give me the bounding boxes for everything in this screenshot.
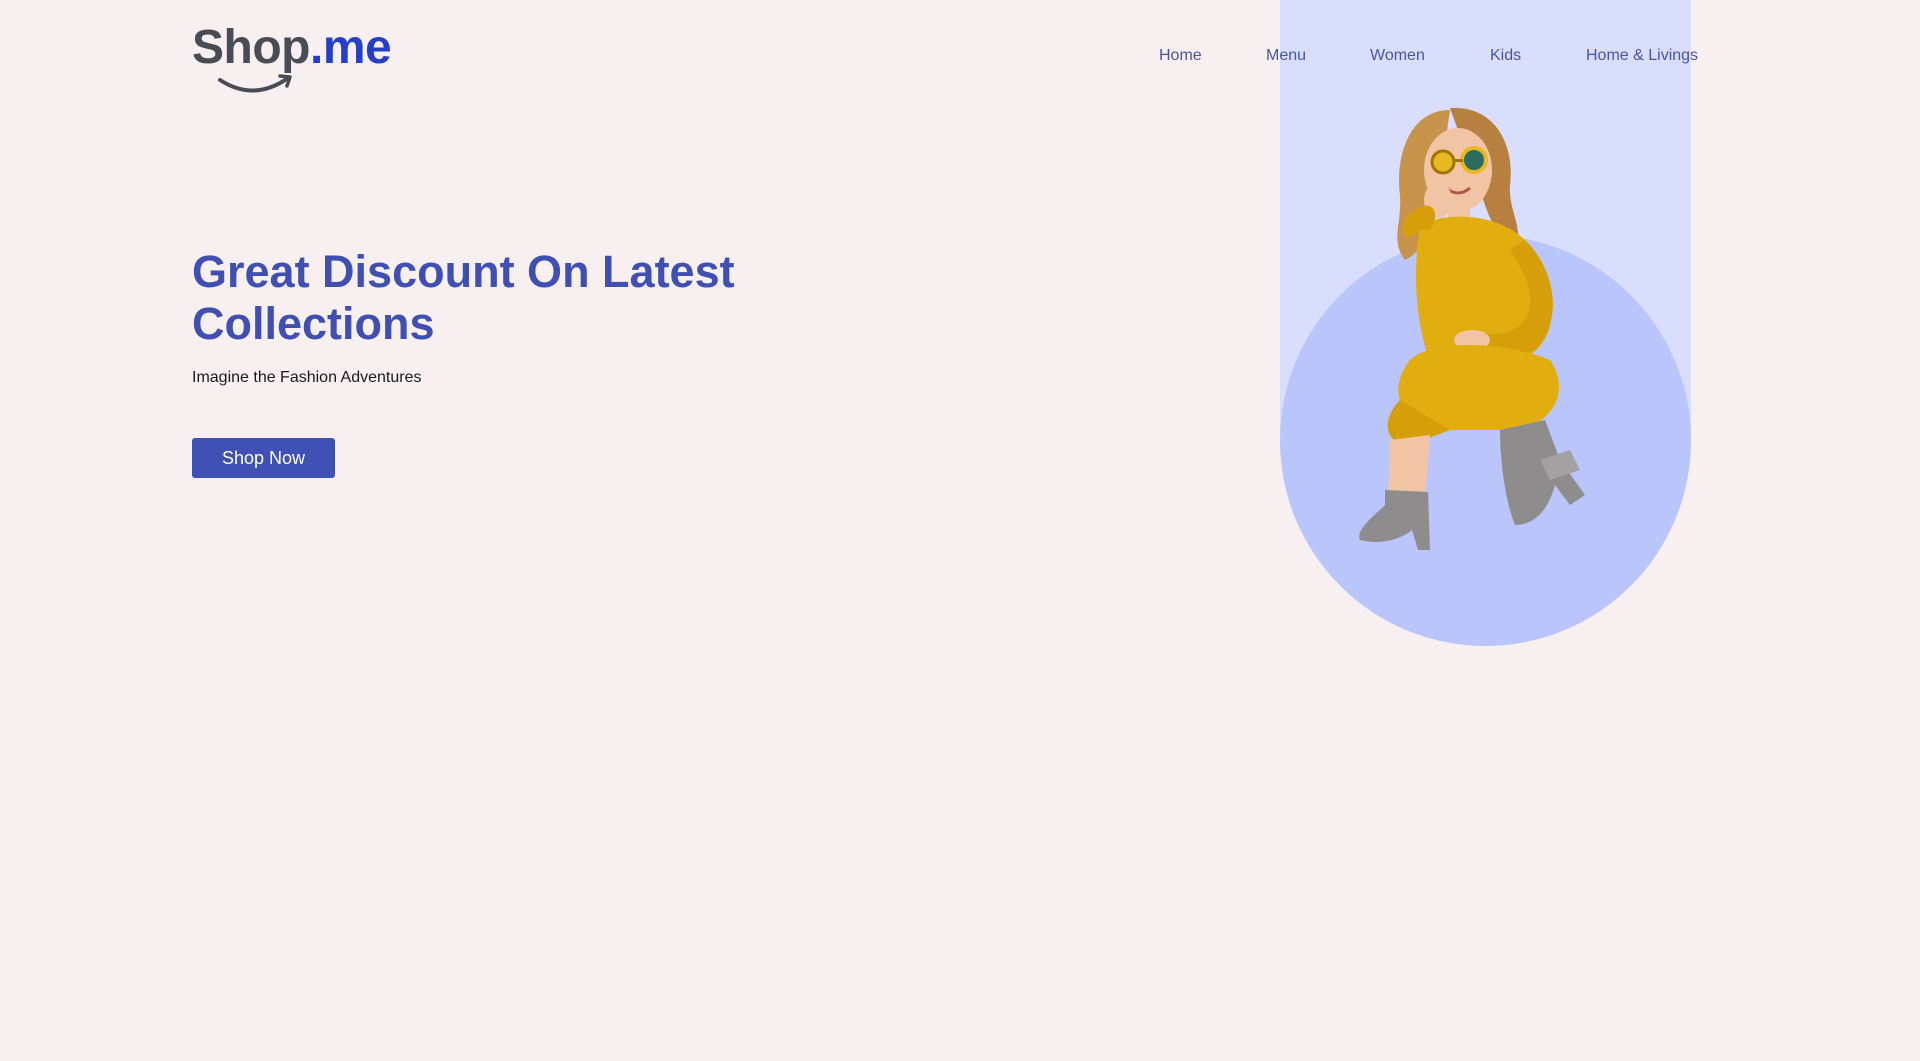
nav-item-home-livings[interactable]: Home & Livings	[1586, 47, 1698, 65]
nav-item-menu[interactable]: Menu	[1266, 47, 1306, 65]
nav-item-women[interactable]: Women	[1370, 47, 1425, 65]
hero-title: Great Discount On Latest Collections	[192, 246, 735, 349]
hero-subtitle: Imagine the Fashion Adventures	[192, 369, 422, 386]
logo-tld: .me	[309, 21, 392, 74]
brand-logo[interactable]: Shop.me	[192, 20, 392, 100]
smile-arrow-icon	[218, 74, 292, 93]
logo-wordmark: Shop.me	[192, 20, 392, 76]
shop-now-button[interactable]: Shop Now	[192, 438, 335, 478]
nav-item-home[interactable]: Home	[1159, 47, 1202, 65]
logo-name: Shop	[192, 21, 310, 74]
nav-item-kids[interactable]: Kids	[1490, 47, 1521, 65]
hero-model-image	[1359, 107, 1585, 550]
